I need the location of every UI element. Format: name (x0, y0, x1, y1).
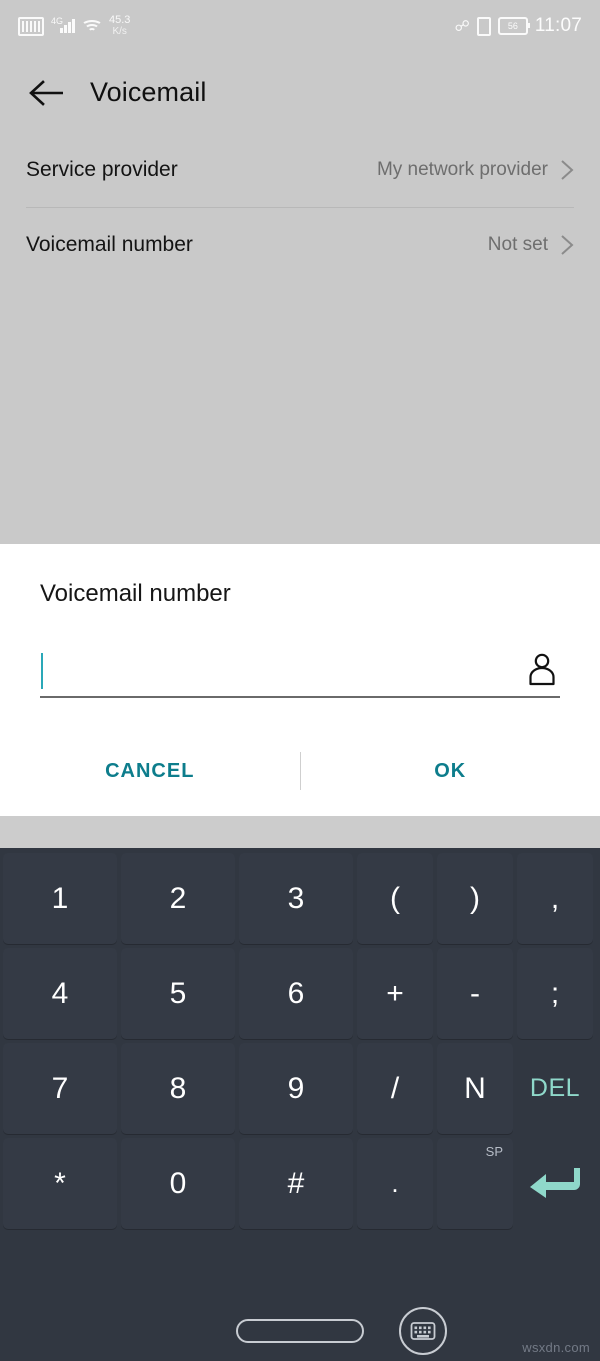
dialog-title: Voicemail number (0, 544, 600, 608)
key-asterisk[interactable]: * (3, 1138, 117, 1229)
key-period[interactable]: . (357, 1138, 433, 1229)
key-9[interactable]: 9 (239, 1043, 353, 1134)
key-pause-n[interactable]: N (437, 1043, 513, 1134)
status-bar: 4G 45.3 K/s ☍ 56 11:07 (0, 0, 600, 52)
numeric-keyboard: 1 2 3 ( ) , 4 5 6 + - ; 7 8 9 / N DEL * … (0, 848, 600, 1301)
keyboard-row-4: * 0 # . SP (1, 1136, 599, 1231)
key-hash[interactable]: # (239, 1138, 353, 1229)
key-3[interactable]: 3 (239, 853, 353, 944)
keyboard-row-1: 1 2 3 ( ) , (1, 851, 599, 946)
settings-row-label: Voicemail number (26, 233, 193, 257)
network-speed-value: 45.3 (109, 14, 130, 26)
key-semicolon[interactable]: ; (517, 948, 593, 1039)
bluetooth-icon: ☍ (455, 19, 470, 34)
app-bar: Voicemail (0, 52, 600, 133)
signal-bars-icon: 4G (51, 19, 75, 33)
key-0[interactable]: 0 (121, 1138, 235, 1229)
key-open-paren[interactable]: ( (357, 853, 433, 944)
settings-row-right: My network provider (377, 158, 574, 182)
watermark-label: wsxdn.com (522, 1340, 590, 1355)
keyboard-top-strip (0, 816, 600, 848)
key-period-label: . (391, 1181, 398, 1186)
key-6[interactable]: 6 (239, 948, 353, 1039)
vibrate-icon (477, 17, 491, 36)
keyboard-row-3: 7 8 9 / N DEL (1, 1041, 599, 1136)
key-7[interactable]: 7 (3, 1043, 117, 1134)
key-1[interactable]: 1 (3, 853, 117, 944)
status-bar-left: 4G 45.3 K/s (18, 15, 130, 37)
settings-row-right: Not set (488, 233, 574, 257)
key-comma[interactable]: , (517, 853, 593, 944)
voicemail-number-field-wrapper (40, 646, 560, 698)
battery-level-label: 56 (508, 22, 518, 31)
key-5[interactable]: 5 (121, 948, 235, 1039)
settings-row-value: My network provider (377, 159, 548, 181)
key-plus[interactable]: + (357, 948, 433, 1039)
keyboard-row-2: 4 5 6 + - ; (1, 946, 599, 1041)
network-type-label: 4G (51, 17, 63, 26)
hide-keyboard-icon[interactable] (399, 1307, 447, 1355)
key-close-paren[interactable]: ) (437, 853, 513, 944)
contact-person-icon[interactable] (526, 652, 558, 691)
settings-row-value: Not set (488, 234, 548, 256)
ok-button[interactable]: OK (301, 760, 600, 783)
key-4[interactable]: 4 (3, 948, 117, 1039)
settings-row-voicemail-number[interactable]: Voicemail number Not set (0, 208, 600, 282)
sim-card-icon (18, 17, 44, 36)
battery-icon: 56 (498, 17, 528, 35)
settings-row-label: Service provider (26, 158, 178, 182)
key-2[interactable]: 2 (121, 853, 235, 944)
enter-key-icon[interactable] (517, 1138, 593, 1229)
cancel-button[interactable]: CANCEL (0, 760, 300, 783)
page-title: Voicemail (90, 77, 206, 108)
key-slash[interactable]: / (357, 1043, 433, 1134)
settings-row-service-provider[interactable]: Service provider My network provider (0, 133, 600, 207)
chevron-right-icon (560, 233, 574, 257)
network-speed-indicator: 45.3 K/s (109, 15, 130, 37)
status-bar-clock: 11:07 (535, 15, 582, 37)
dialog-actions: CANCEL OK (0, 740, 600, 802)
navigation-bar: wsxdn.com (0, 1301, 600, 1361)
voicemail-number-dialog: Voicemail number CANCEL OK (0, 544, 600, 816)
key-space-label: SP (486, 1144, 503, 1159)
voicemail-number-input[interactable] (43, 658, 526, 684)
status-bar-right: ☍ 56 11:07 (455, 15, 582, 37)
settings-list: Service provider My network provider Voi… (0, 133, 600, 544)
key-8[interactable]: 8 (121, 1043, 235, 1134)
back-arrow-icon[interactable] (28, 74, 66, 112)
key-minus[interactable]: - (437, 948, 513, 1039)
wifi-icon (82, 19, 102, 34)
home-pill-indicator[interactable] (236, 1319, 364, 1343)
key-space[interactable]: SP (437, 1138, 513, 1229)
network-speed-unit: K/s (109, 26, 130, 37)
key-delete[interactable]: DEL (517, 1043, 593, 1134)
chevron-right-icon (560, 158, 574, 182)
